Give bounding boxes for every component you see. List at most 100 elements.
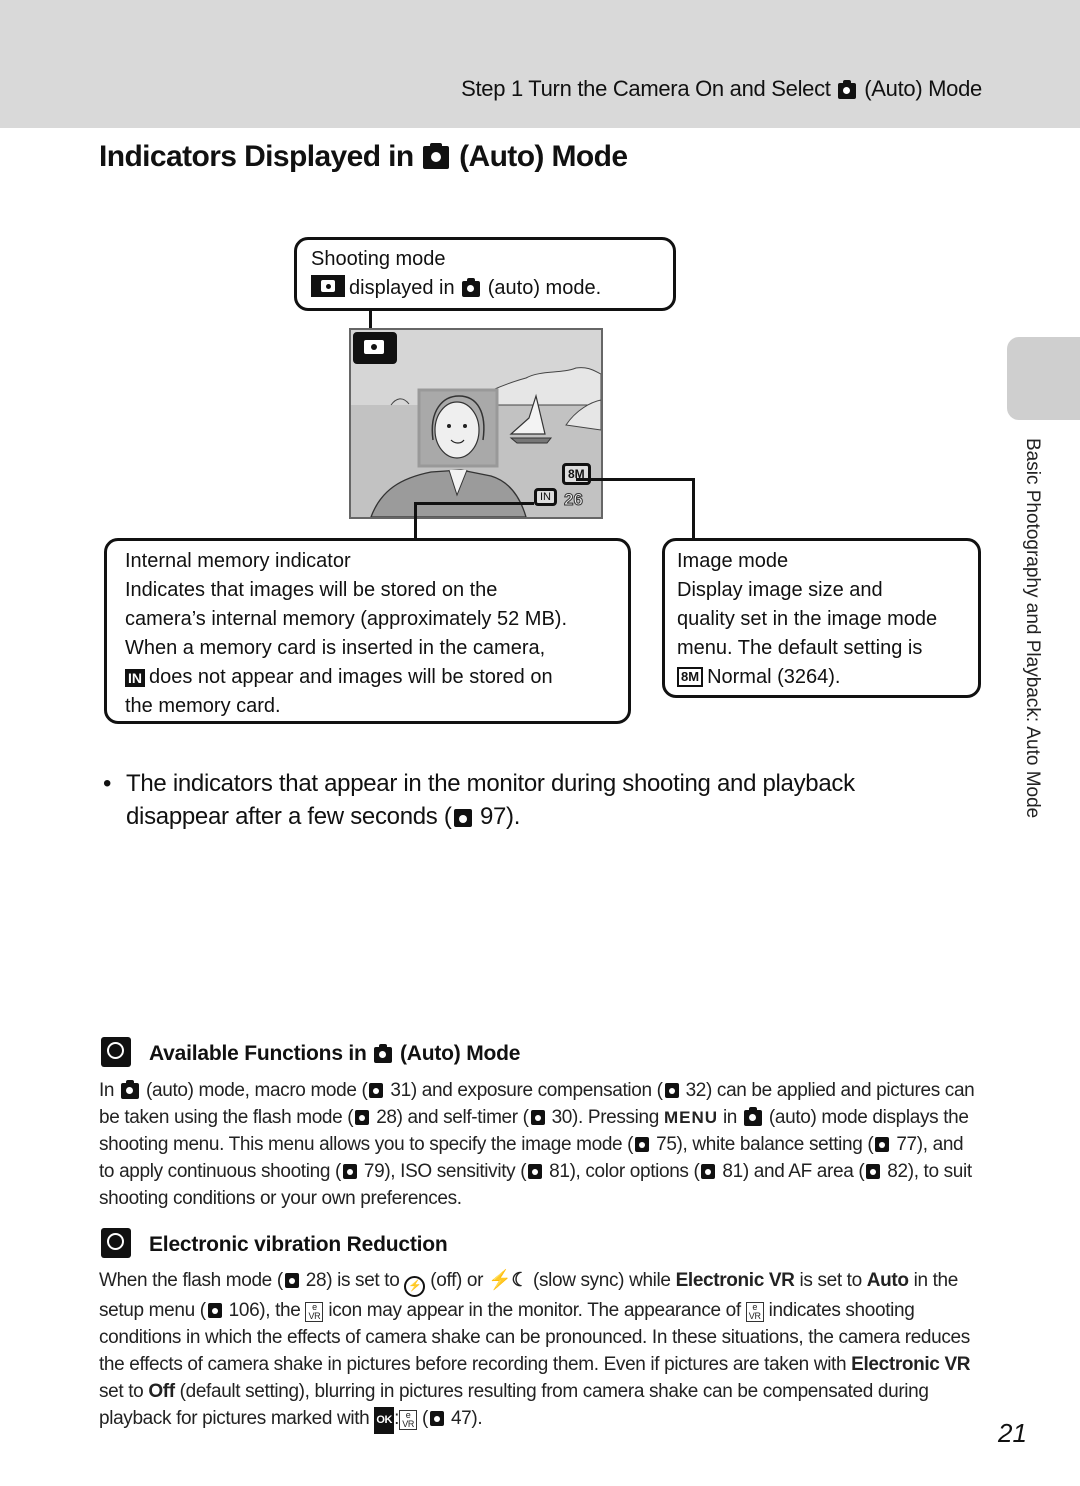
section-heading-text-end: (Auto) Mode <box>399 1042 521 1065</box>
text-bold: Auto <box>866 1270 909 1291</box>
callout-line: the memory card. <box>125 695 281 717</box>
text: ). <box>471 1408 483 1429</box>
page-reference-link[interactable]: 106 <box>229 1300 260 1321</box>
page-title: Indicators Displayed in (Auto) Mode <box>99 140 628 174</box>
camera-monitor-illustration: 8M IN 26 <box>349 328 603 519</box>
page-reference-icon <box>875 1137 890 1152</box>
page-reference-icon <box>355 1110 370 1125</box>
page-reference-link[interactable]: 81 <box>549 1161 570 1182</box>
page-reference-link[interactable]: 82 <box>887 1161 908 1182</box>
text: When the flash mode ( <box>99 1270 283 1291</box>
leader-line <box>414 502 534 505</box>
bullet-line: disappear after a few seconds ( <box>126 803 452 830</box>
text: ), ISO sensitivity ( <box>384 1161 527 1182</box>
bullet-line: The indicators that appear in the monito… <box>126 770 855 797</box>
callout-shooting-mode: Shooting mode displayed in (auto) mode. <box>294 237 676 311</box>
callout-line: menu. The default setting is <box>677 637 923 659</box>
running-head-text: Step 1 Turn the Camera On and Select <box>461 76 831 101</box>
text-bold: Electronic VR <box>675 1270 795 1291</box>
callout-title: Shooting mode <box>311 248 446 270</box>
lcd-frames-remaining: 26 <box>564 490 584 510</box>
text: ) and self-timer ( <box>396 1107 529 1128</box>
bullet-dot: • <box>103 770 112 797</box>
shooting-mode-icon <box>311 275 345 297</box>
auto-camera-icon <box>374 1044 393 1063</box>
slow-sync-icon: ⚡☾ <box>488 1270 529 1291</box>
tip-bulb-icon <box>101 1228 131 1258</box>
auto-camera-icon <box>423 143 450 169</box>
text: ) is set to <box>326 1270 400 1291</box>
chapter-label: Basic Photography and Playback: Auto Mod… <box>1022 438 1043 819</box>
callout-line: quality set in the image mode <box>677 608 938 630</box>
text: (slow sync) while <box>532 1270 671 1291</box>
callout-image-mode: Image mode Display image size and qualit… <box>662 538 981 698</box>
page-reference-link[interactable]: 75 <box>656 1134 677 1155</box>
callout-line: When a memory card is inserted in the ca… <box>125 637 546 659</box>
page-reference-icon <box>635 1137 650 1152</box>
page-reference-link[interactable]: 28 <box>376 1107 397 1128</box>
page-number: 21 <box>998 1418 1027 1448</box>
page-reference-link[interactable]: 28 <box>306 1270 327 1291</box>
page-reference-icon <box>453 809 472 827</box>
auto-camera-icon <box>121 1080 140 1099</box>
text: in <box>722 1107 738 1128</box>
auto-camera-icon <box>838 80 857 99</box>
bullet-text: The indicators that appear in the monito… <box>126 767 923 833</box>
callout-line: displayed in (auto) mode. <box>311 274 659 303</box>
text: (auto) mode, macro mode ( <box>146 1080 368 1101</box>
section-heading-text: Available Functions in <box>149 1042 367 1065</box>
callout-line: Indicates that images will be stored on … <box>125 579 498 601</box>
text-bold: Electronic VR <box>851 1354 971 1375</box>
text: ) and exposure compensation ( <box>410 1080 663 1101</box>
leader-line <box>414 502 417 540</box>
electronic-vr-icon: e VR <box>745 1302 764 1322</box>
flash-off-icon: ⚡ <box>404 1276 426 1297</box>
electronic-vr-paragraph: When the flash mode ( 28) is set to ⚡ (o… <box>99 1267 979 1434</box>
callout-line: 8M Normal (3264). <box>677 663 966 692</box>
page-title-text-end: (Auto) Mode <box>459 140 628 173</box>
bullet-note: • The indicators that appear in the moni… <box>103 767 923 833</box>
page-reference-icon <box>207 1303 222 1318</box>
page-reference-link[interactable]: 81 <box>722 1161 743 1182</box>
page-reference-icon <box>528 1164 543 1179</box>
callout-line: camera’s internal memory (approximately … <box>125 608 568 630</box>
text: ), the <box>259 1300 301 1321</box>
page-reference-link[interactable]: 97 <box>480 803 506 830</box>
section-heading-text: Electronic vibration Reduction <box>149 1233 448 1256</box>
page-reference-icon <box>342 1164 357 1179</box>
text: set to <box>99 1381 144 1402</box>
tip-bulb-icon <box>101 1037 131 1067</box>
chapter-tab[interactable] <box>1007 337 1080 420</box>
page-reference-link[interactable]: 30 <box>552 1107 573 1128</box>
header-band <box>0 0 1080 128</box>
page-reference-icon <box>369 1083 384 1098</box>
page-reference-link[interactable]: 31 <box>390 1080 411 1101</box>
callout-internal-memory: Internal memory indicator Indicates that… <box>104 538 631 724</box>
page-reference-icon <box>701 1164 716 1179</box>
text: ). Pressing <box>572 1107 659 1128</box>
text: ) and AF area ( <box>742 1161 865 1182</box>
text: icon may appear in the monitor. The appe… <box>328 1300 741 1321</box>
callout-text: displayed in <box>349 277 455 299</box>
page-reference-icon <box>866 1164 881 1179</box>
page-reference-link[interactable]: 79 <box>364 1161 385 1182</box>
leader-line <box>576 478 694 481</box>
callout-text: Normal (3264). <box>707 666 841 688</box>
callout-text: does not appear and images will be store… <box>149 666 553 688</box>
lcd-memory-icon: IN <box>534 488 557 506</box>
text: ), white balance setting ( <box>676 1134 874 1155</box>
memory-glyph: IN <box>540 491 551 503</box>
lcd-image-mode-icon: 8M <box>562 463 591 485</box>
auto-camera-icon <box>743 1107 762 1126</box>
page-reference-link[interactable]: 47 <box>451 1408 472 1429</box>
callout-line: Display image size and <box>677 579 883 601</box>
page-reference-icon <box>530 1110 545 1125</box>
page-reference-link[interactable]: 77 <box>896 1134 917 1155</box>
text: In <box>99 1080 115 1101</box>
image-mode-icon: 8M <box>677 667 704 687</box>
page-reference-link[interactable]: 32 <box>686 1080 707 1101</box>
running-head-text-end: (Auto) Mode <box>864 76 982 101</box>
available-functions-paragraph: In (auto) mode, macro mode ( 31) and exp… <box>99 1077 979 1212</box>
callout-text: (auto) mode. <box>487 277 602 299</box>
internal-memory-icon: IN <box>125 669 145 687</box>
